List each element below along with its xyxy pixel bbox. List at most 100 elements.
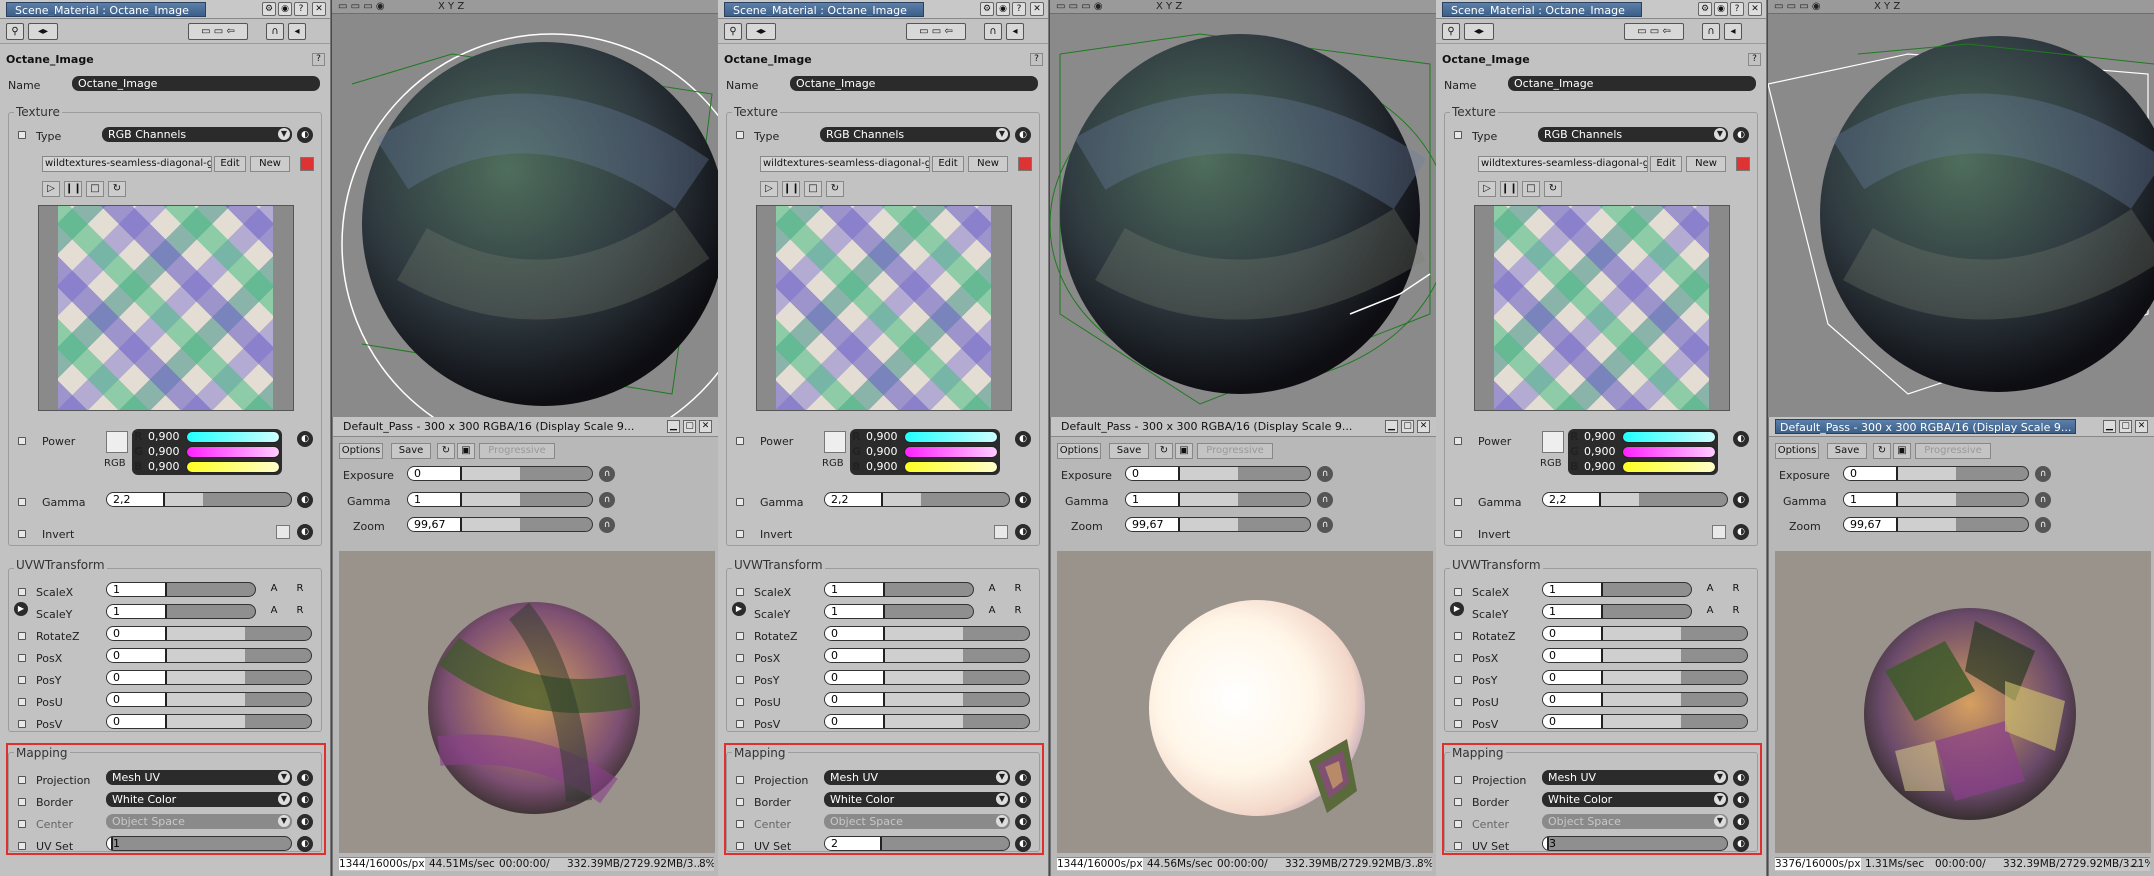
gamma-lock-icon[interactable]: ∩	[1317, 492, 1333, 508]
border-anim-dot[interactable]	[736, 798, 744, 806]
refresh-render-icon[interactable]: ↻	[1155, 443, 1173, 459]
reset-icon[interactable]: ◂	[1006, 23, 1024, 40]
g-value[interactable]: 0,900	[866, 445, 898, 458]
viewport-icons[interactable]: ▭ ▭ ▭ ◉	[1774, 1, 1821, 12]
invert-link-icon[interactable]: ◐	[297, 524, 313, 540]
help-icon[interactable]: ?	[1730, 2, 1744, 16]
play-icon[interactable]: ▷	[1478, 181, 1496, 197]
reset-icon[interactable]: ◂	[288, 23, 306, 40]
scaley-arrow-icon[interactable]: ▶	[14, 602, 28, 616]
close-icon[interactable]: ✕	[699, 420, 712, 433]
scaley-a-button[interactable]: A	[266, 604, 282, 620]
texture-file-field[interactable]: wildtextures-seamless-diagonal-grid	[42, 156, 212, 172]
posy-anim-dot[interactable]	[18, 676, 26, 684]
lock-icon[interactable]: ∩	[984, 23, 1002, 40]
minimize-icon[interactable]: ▁	[667, 420, 680, 433]
pick-icon[interactable]: ⚲	[6, 23, 24, 40]
rotatez-anim-dot[interactable]	[736, 632, 744, 640]
type-anim-dot[interactable]	[1454, 131, 1462, 139]
scaley-r-button[interactable]: R	[1010, 604, 1026, 620]
posy-slider[interactable]: 0	[1542, 670, 1748, 685]
power-link-icon[interactable]: ◐	[297, 431, 313, 447]
border-anim-dot[interactable]	[18, 798, 26, 806]
eye-icon[interactable]: ◉	[278, 2, 292, 16]
center-link-icon[interactable]: ◐	[1015, 814, 1031, 830]
edit-button[interactable]: Edit	[214, 156, 246, 172]
exposure-lock-icon[interactable]: ∩	[1317, 466, 1333, 482]
options-button[interactable]: Options	[339, 443, 383, 459]
b-bar[interactable]	[904, 461, 998, 473]
minimize-icon[interactable]: ▁	[1385, 420, 1398, 433]
g-bar[interactable]	[1622, 446, 1716, 458]
b-value[interactable]: 0,900	[866, 460, 898, 473]
gamma-lock-icon[interactable]: ∩	[599, 492, 615, 508]
scalex-r-button[interactable]: R	[1728, 582, 1744, 598]
refresh-render-icon[interactable]: ↻	[1873, 443, 1891, 459]
power-color-swatch[interactable]	[106, 431, 128, 453]
posu-anim-dot[interactable]	[18, 698, 26, 706]
projection-link-icon[interactable]: ◐	[297, 770, 313, 786]
stop-icon[interactable]: □	[86, 181, 104, 197]
projection-link-icon[interactable]: ◐	[1733, 770, 1749, 786]
viewport-icons[interactable]: ▭ ▭ ▭ ◉	[338, 1, 385, 12]
gamma-slider[interactable]: 2,2	[1542, 492, 1728, 507]
r-value[interactable]: 0,900	[1584, 430, 1616, 443]
edit-button[interactable]: Edit	[1650, 156, 1682, 172]
uvset-anim-dot[interactable]	[18, 842, 26, 850]
posx-anim-dot[interactable]	[1454, 654, 1462, 662]
gamma-link-icon[interactable]: ◐	[1733, 492, 1749, 508]
minimize-icon[interactable]: ▁	[2103, 420, 2116, 433]
gamma-link-icon[interactable]: ◐	[1015, 492, 1031, 508]
zoom-slider[interactable]: 99,67	[1843, 517, 2029, 532]
stop-icon[interactable]: □	[1522, 181, 1540, 197]
play-icon[interactable]: ▷	[42, 181, 60, 197]
new-button[interactable]: New	[250, 156, 290, 172]
save-button[interactable]: Save	[391, 443, 431, 459]
help-icon[interactable]: ?	[294, 2, 308, 16]
nav-arrows-icon[interactable]: ◂▸	[28, 23, 58, 40]
invert-checkbox[interactable]	[1712, 525, 1726, 539]
r-bar[interactable]	[186, 431, 280, 443]
g-bar[interactable]	[186, 446, 280, 458]
posy-anim-dot[interactable]	[1454, 676, 1462, 684]
nav-arrows-icon[interactable]: ◂▸	[1464, 23, 1494, 40]
rotatez-slider[interactable]: 0	[1542, 626, 1748, 641]
uvset-link-icon[interactable]: ◐	[297, 836, 313, 852]
uvset-link-icon[interactable]: ◐	[1733, 836, 1749, 852]
posu-slider[interactable]: 0	[106, 692, 312, 707]
border-link-icon[interactable]: ◐	[1015, 792, 1031, 808]
type-select[interactable]: RGB Channels ▼	[102, 127, 292, 142]
eye-icon[interactable]: ◉	[1714, 2, 1728, 16]
posv-anim-dot[interactable]	[736, 720, 744, 728]
render-gamma-slider[interactable]: 1	[1125, 492, 1311, 507]
zoom-slider[interactable]: 99,67	[407, 517, 593, 532]
maximize-icon[interactable]: ▢	[1401, 420, 1414, 433]
viewport-3[interactable]: ▭ ▭ ▭ ◉ X Y Z	[1768, 0, 2154, 417]
refresh-render-icon[interactable]: ↻	[437, 443, 455, 459]
help-icon[interactable]: ?	[1748, 53, 1761, 66]
exposure-slider[interactable]: 0	[1843, 466, 2029, 481]
type-anim-dot[interactable]	[736, 131, 744, 139]
center-link-icon[interactable]: ◐	[1733, 814, 1749, 830]
projection-select[interactable]: Mesh UV ▼	[106, 770, 292, 785]
posv-anim-dot[interactable]	[18, 720, 26, 728]
border-select[interactable]: White Color ▼	[824, 792, 1010, 807]
play-icon[interactable]: ▷	[760, 181, 778, 197]
uvset-anim-dot[interactable]	[1454, 842, 1462, 850]
rotatez-anim-dot[interactable]	[1454, 632, 1462, 640]
scalex-a-button[interactable]: A	[1702, 582, 1718, 598]
posu-slider[interactable]: 0	[1542, 692, 1748, 707]
refresh-icon[interactable]: ↻	[1544, 181, 1562, 197]
help-icon[interactable]: ?	[312, 53, 325, 66]
help-icon[interactable]: ?	[1030, 53, 1043, 66]
g-value[interactable]: 0,900	[1584, 445, 1616, 458]
save-button[interactable]: Save	[1109, 443, 1149, 459]
b-bar[interactable]	[186, 461, 280, 473]
zoom-lock-icon[interactable]: ∩	[2035, 517, 2051, 533]
scalex-anim-dot[interactable]	[736, 588, 744, 596]
invert-link-icon[interactable]: ◐	[1733, 524, 1749, 540]
border-link-icon[interactable]: ◐	[297, 792, 313, 808]
render-gamma-slider[interactable]: 1	[1843, 492, 2029, 507]
posx-slider[interactable]: 0	[1542, 648, 1748, 663]
eye-icon[interactable]: ◉	[996, 2, 1010, 16]
